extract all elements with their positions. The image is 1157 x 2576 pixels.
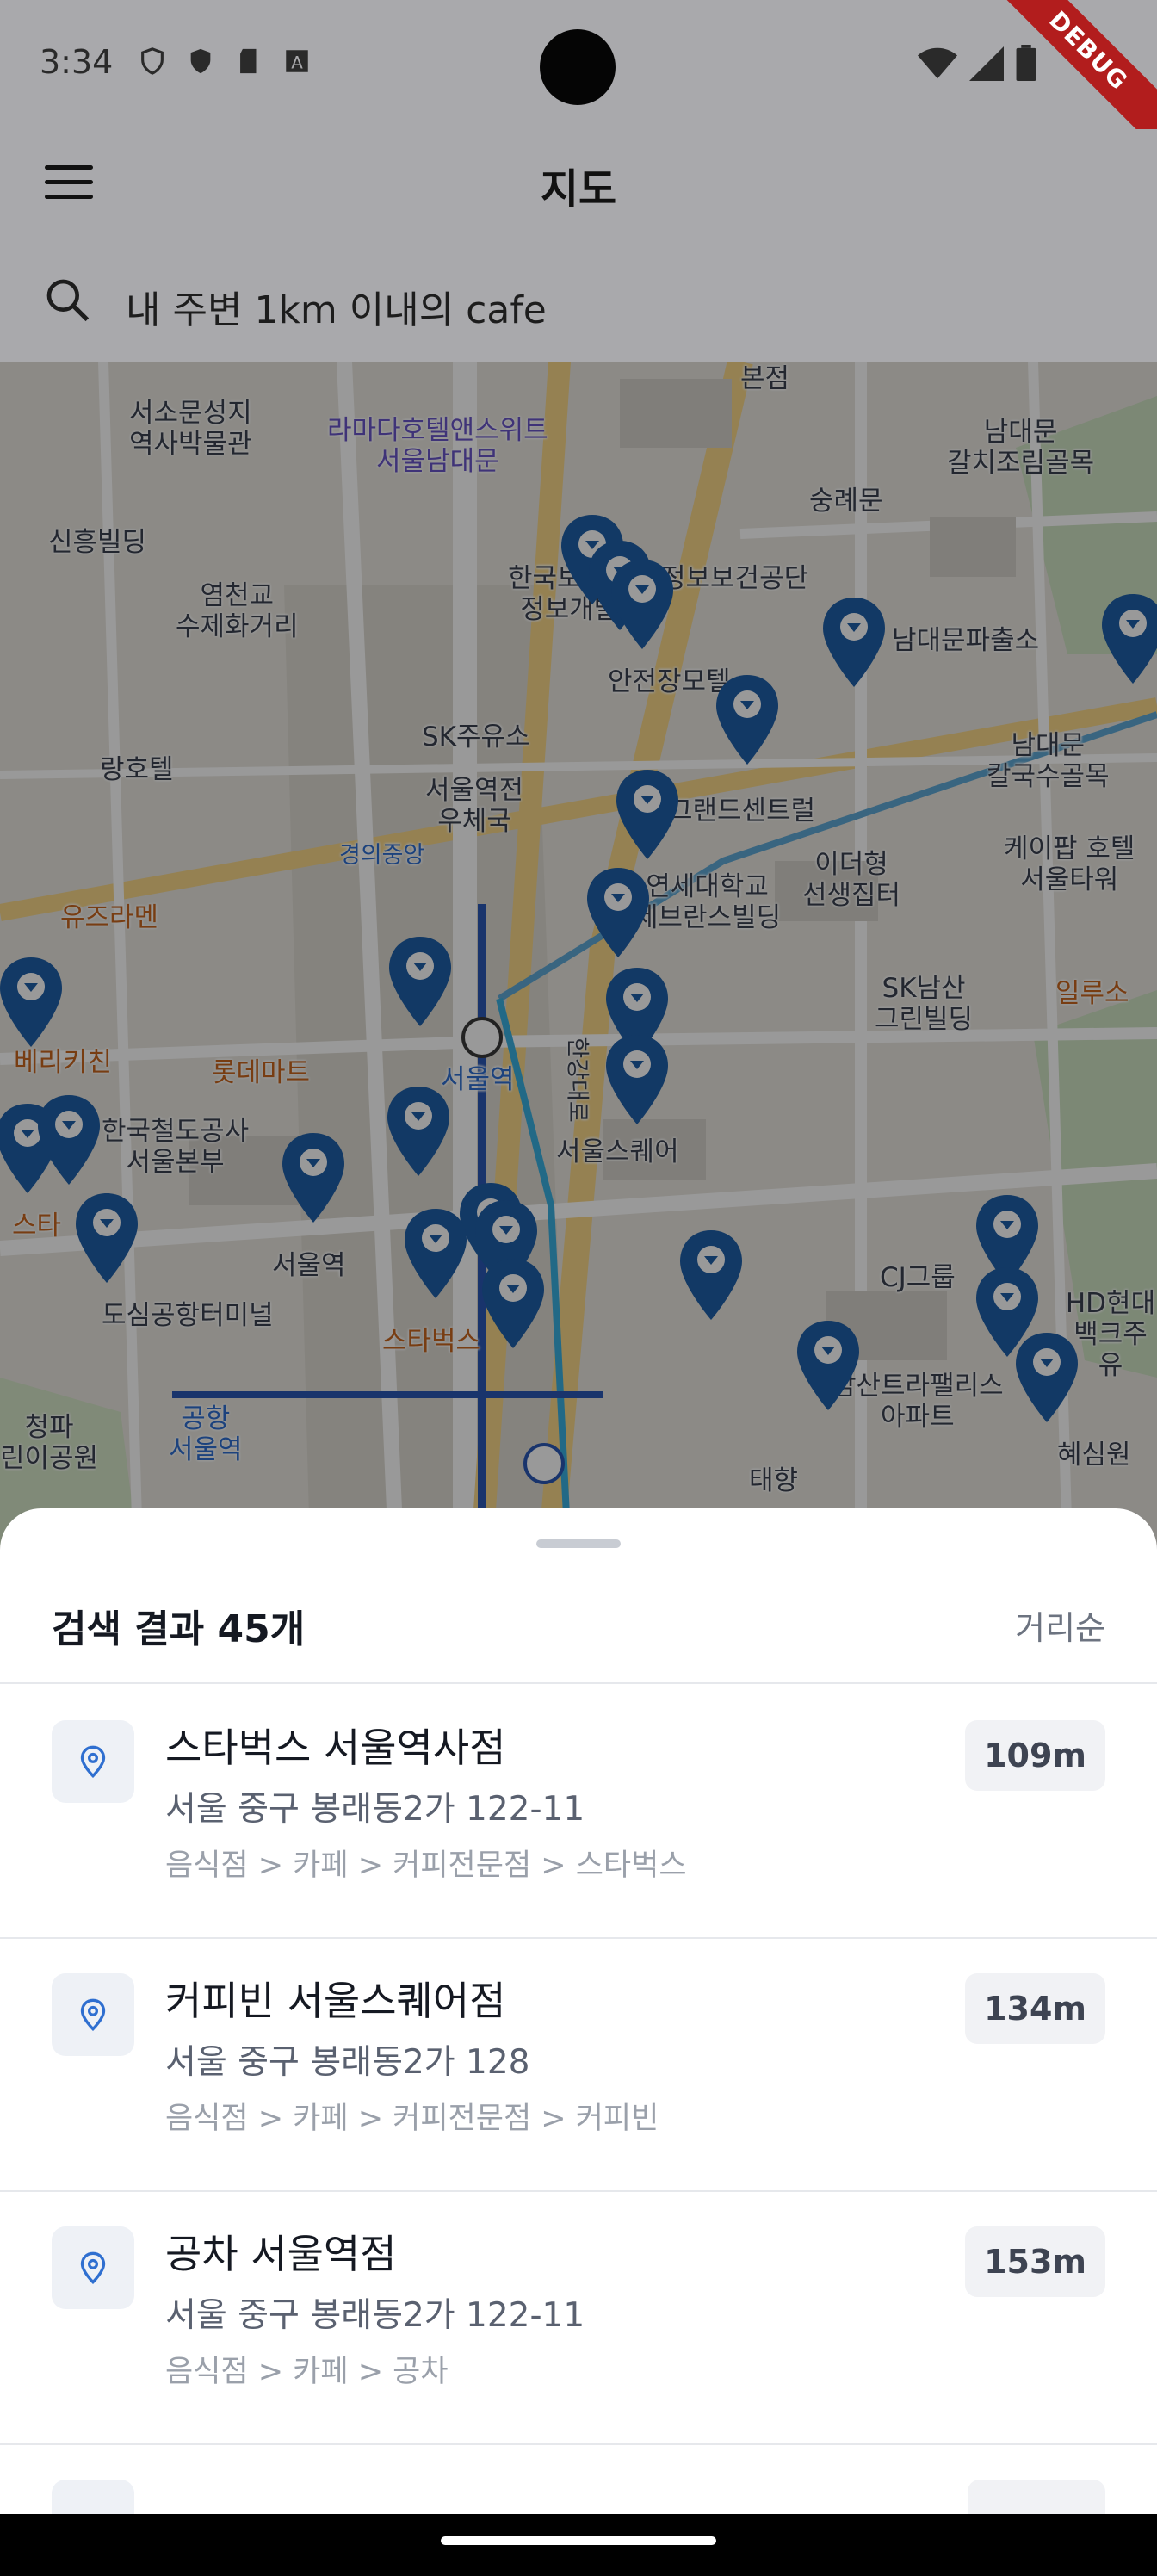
status-icons: A [138,46,312,76]
place-address: 서울 중구 봉래동2가 122-11 [165,2296,585,2335]
location-pin-icon [52,2226,134,2309]
map-pin-icon[interactable] [794,1317,863,1414]
front-camera [540,29,616,105]
map-label-bonjeon: 본점 [740,363,790,394]
map-pin-icon[interactable] [0,954,65,1050]
map-label-yongsan-road: 한강대로 [563,1037,591,1123]
place-name: 커피빈 서울스퀘어점 [165,1978,506,2024]
shield-filled-icon [186,46,215,76]
map-label-cj-group: CJ그룹 [880,1262,956,1293]
map-label-ideohyeong: 이더형 선생집터 [802,849,901,911]
results-bottom-sheet[interactable]: 검색 결과 45개 거리순 스타벅스 서울역사점 서울 중구 봉래동2가 122… [0,1508,1157,2514]
status-time: 3:34 [40,43,114,81]
map-label-cheongbo: 정보보건공단 [661,563,809,594]
map-label-kpop-hotel: 케이팝 호텔 서울타워 [1004,833,1135,895]
map-label-starbucks: 스타벅스 [382,1326,481,1357]
map-label-hyesimwon: 혜심원 [1057,1440,1131,1471]
map-pin-icon[interactable] [384,1083,453,1180]
place-name: 스타벅스 서울역사점 [165,1725,506,1771]
map-label-seosomun: 서소문성지 역사박물관 [129,398,252,460]
map-label-lotte-mart: 롯데마트 [212,1057,311,1088]
shield-outline-icon [138,46,167,76]
sheet-header: 검색 결과 45개 거리순 [0,1577,1157,1684]
map-label-sinheung: 신흥빌딩 [48,527,147,558]
search-bar[interactable]: 내 주변 1km 이내의 cafe [0,241,1157,362]
map-label-sk-gas: SK주유소 [422,721,530,752]
status-bar: 3:34 A DEBUG [0,0,1157,158]
wifi-icon [918,46,957,84]
sd-card-icon [234,46,263,76]
place-address: 서울 중구 봉래동2가 122-11 [165,1790,585,1829]
distance-badge [968,2480,1105,2514]
distance-badge: 134m [965,1973,1105,2044]
map-pin-icon[interactable] [279,1130,348,1226]
map-pin-icon[interactable] [479,1255,548,1352]
map-label-yuzu-ramen: 유즈라멘 [60,902,159,933]
map-label-yonsei: 연세대학교 세브란스빌딩 [634,871,782,933]
map-label-namdaemun-tool: 남대문 갈치조림골목 [947,417,1095,479]
search-input[interactable]: 내 주변 1km 이내의 cafe [126,279,547,334]
map-pin-icon[interactable] [608,556,677,653]
place-name: 공차 서울역점 [165,2231,397,2277]
map-label-sk-namsan: SK남산 그린빌딩 [875,973,974,1035]
list-item[interactable] [0,2445,1157,2514]
map-label-grand-center: 그랜드센트럴 [668,796,816,827]
result-count: 검색 결과 45개 [52,1607,306,1651]
map-label-seoul-station2: 서울역 [272,1250,346,1281]
map-pin-icon[interactable] [820,594,888,690]
app-bar: 지도 [0,129,1157,241]
page-title: 지도 [540,165,617,214]
list-item[interactable]: 커피빈 서울스퀘어점 서울 중구 봉래동2가 128 음식점 > 카페 > 커피… [0,1939,1157,2192]
distance-badge: 109m [965,1720,1105,1791]
drag-handle[interactable] [536,1539,621,1548]
map-label-noodle: 남대문 칼국수골목 [987,730,1110,792]
map-pin-icon[interactable] [677,1227,746,1323]
map-pin-icon[interactable] [584,864,653,961]
map-label-airport-line: 공항 서울역 [169,1403,243,1465]
navigation-bar [0,2514,1157,2576]
map-label-seoul-post: 서울역전 우체국 [425,775,524,837]
signal-icon [969,46,1004,84]
map-label-dosim-airport: 도심공항터미널 [102,1300,274,1331]
distance-badge: 153m [965,2226,1105,2297]
map-pin-icon[interactable] [613,766,682,863]
place-category: 음식점 > 카페 > 커피전문점 > 커피빈 [165,2102,659,2136]
svg-text:A: A [291,53,303,73]
map-pin-icon[interactable] [72,1190,141,1286]
battery-icon [1016,45,1036,84]
map-pin-icon[interactable] [386,933,455,1030]
font-a-icon: A [282,46,312,76]
search-icon [43,276,91,324]
map-pin-icon[interactable] [603,1031,671,1128]
location-pin-icon [52,2480,134,2514]
location-pin-icon [52,1720,134,1803]
place-address: 서울 중구 봉래동2가 128 [165,2043,530,2082]
map-pin-icon[interactable] [34,1092,103,1188]
list-item[interactable]: 공차 서울역점 서울 중구 봉래동2가 122-11 음식점 > 카페 > 공차… [0,2192,1157,2445]
map-pin-icon[interactable] [1012,1329,1081,1426]
map-label-ramada: 라마다호텔앤스위트 서울남대문 [327,415,548,477]
map-label-sungnyemun: 숭례문 [809,486,883,517]
location-pin-icon [52,1973,134,2056]
place-category: 음식점 > 카페 > 공차 [165,2355,449,2389]
map-label-seoul-square: 서울스퀘어 [556,1136,679,1167]
map-label-starbucks-left: 스타 [12,1211,62,1242]
map-pin-icon[interactable] [713,672,782,768]
map-label-gyeongui: 경의중앙 [339,842,425,869]
map-label-cheongpa: 청파 린이공원 [0,1412,99,1474]
map-label-korea-rail: 한국철도공사 서울본부 [102,1116,250,1178]
map-pin-icon[interactable] [401,1205,470,1302]
place-category: 음식점 > 카페 > 커피전문점 > 스타벅스 [165,1848,687,1883]
map-label-namdaemun-police: 남대문파출소 [892,625,1040,656]
map-label-berry-chicken: 베리키친 [14,1047,113,1078]
home-gesture-handle[interactable] [441,2536,716,2545]
map-label-rang-hotel: 랑호텔 [100,754,174,785]
map-label-ilruso: 일루소 [1055,978,1129,1009]
map-pin-icon[interactable] [1098,591,1157,687]
list-item[interactable]: 스타벅스 서울역사점 서울 중구 봉래동2가 122-11 음식점 > 카페 >… [0,1686,1157,1939]
map-label-yeomcheon: 염천교 수제화거리 [176,580,299,642]
system-indicators [918,45,1036,84]
map-label-taehyang: 태향 [749,1465,799,1496]
sort-button[interactable]: 거리순 [1015,1601,1105,1649]
